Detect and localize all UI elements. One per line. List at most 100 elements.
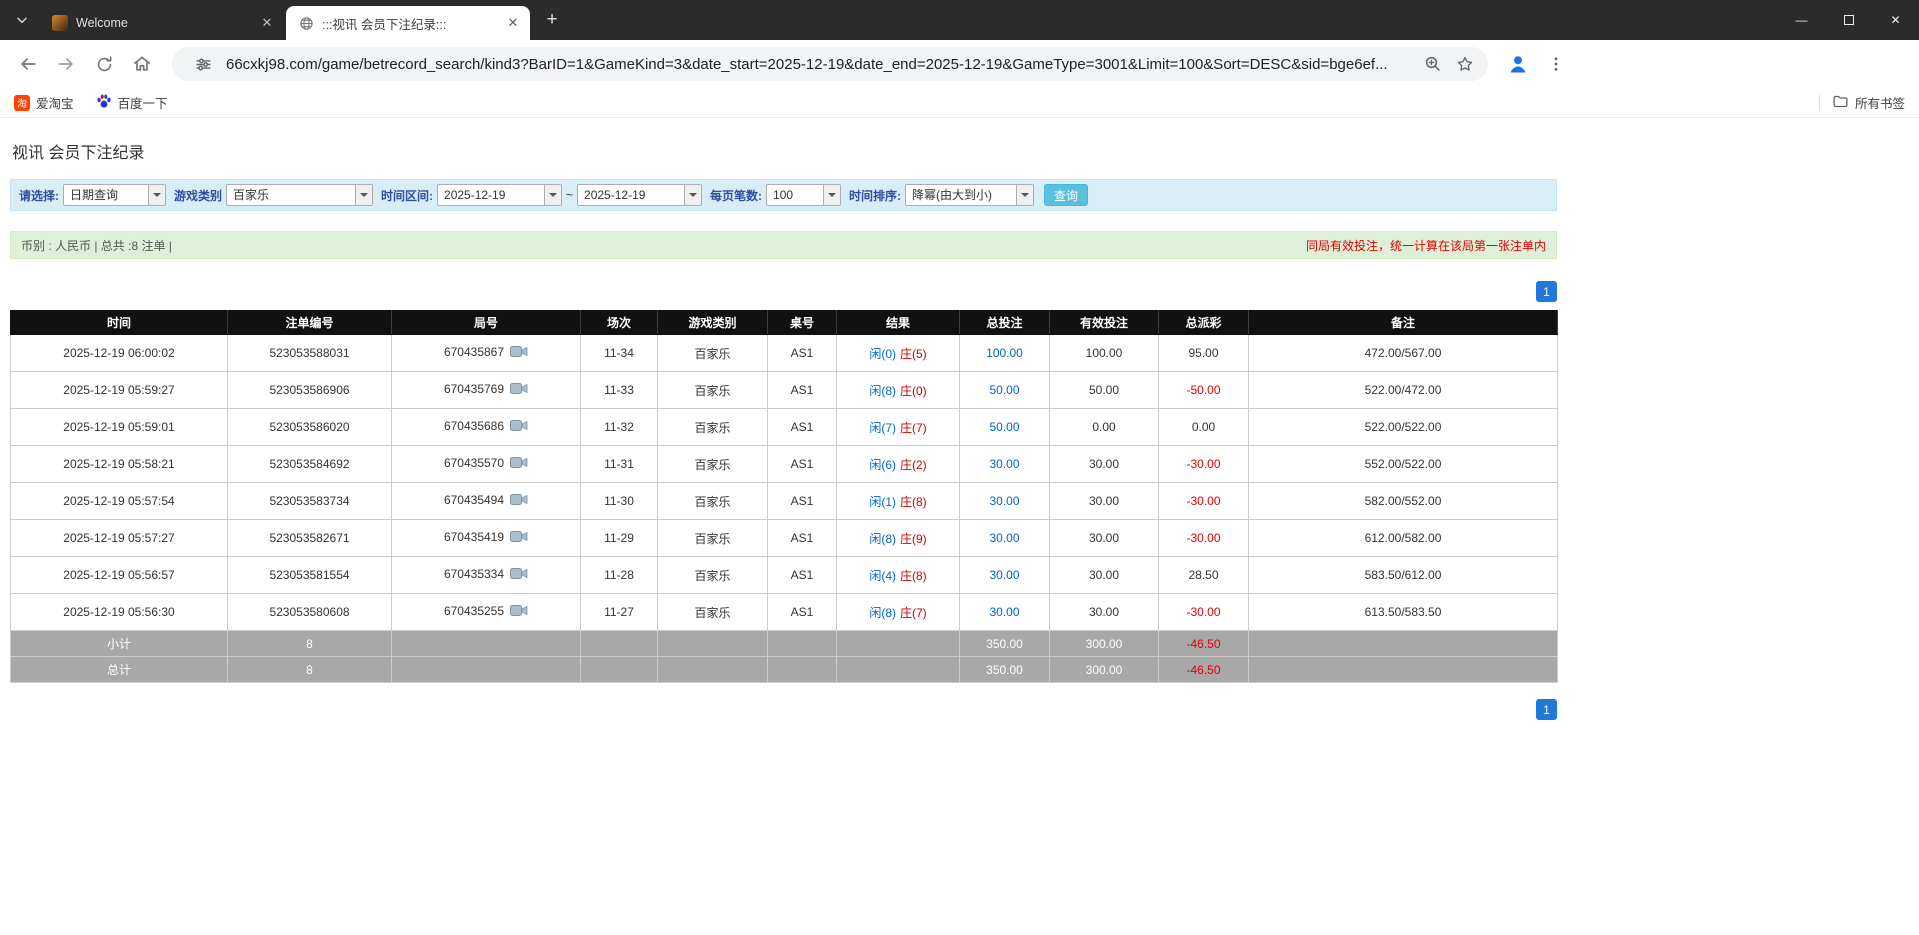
result-player: 闲(8) bbox=[869, 532, 896, 546]
subtotal-row: 小计 8 350.00 300.00 -46.50 bbox=[11, 631, 1558, 657]
tab-betrecord[interactable]: :::视讯 会员下注纪录::: ✕ bbox=[286, 6, 530, 40]
video-replay-icon[interactable] bbox=[510, 493, 528, 509]
game-type-select[interactable]: 百家乐 bbox=[226, 184, 373, 206]
forward-icon[interactable] bbox=[50, 48, 82, 80]
video-replay-icon[interactable] bbox=[510, 530, 528, 546]
cell-total-bet: 30.00 bbox=[960, 446, 1050, 483]
video-replay-icon[interactable] bbox=[510, 419, 528, 435]
table-row: 2025-12-19 05:59:01 523053586020 6704356… bbox=[11, 409, 1558, 446]
cell-payout: 28.50 bbox=[1159, 557, 1249, 594]
welcome-favicon bbox=[52, 15, 68, 31]
site-settings-icon[interactable] bbox=[190, 51, 216, 77]
tab-welcome[interactable]: Welcome ✕ bbox=[40, 6, 284, 40]
search-button[interactable]: 查询 bbox=[1044, 184, 1088, 206]
cell-bet-id: 523053581554 bbox=[228, 557, 392, 594]
address-bar[interactable]: 66cxkj98.com/game/betrecord_search/kind3… bbox=[172, 47, 1488, 81]
result-player: 闲(8) bbox=[869, 384, 896, 398]
video-replay-icon[interactable] bbox=[510, 604, 528, 620]
total-bet-link[interactable]: 30.00 bbox=[989, 605, 1019, 619]
total-bet-link[interactable]: 50.00 bbox=[989, 383, 1019, 397]
bookmark-star-icon[interactable] bbox=[1452, 51, 1478, 77]
bookmark-baidu[interactable]: 百度一下 bbox=[96, 93, 168, 112]
cell-round-id: 670435686 bbox=[392, 409, 581, 446]
total-bet-link[interactable]: 100.00 bbox=[986, 346, 1023, 360]
cell-bet-id: 523053580608 bbox=[228, 594, 392, 631]
table-row: 2025-12-19 05:56:57 523053581554 6704353… bbox=[11, 557, 1558, 594]
dropdown-arrow-icon[interactable] bbox=[355, 185, 372, 205]
query-type-select[interactable]: 日期查询 bbox=[63, 184, 166, 206]
dropdown-arrow-icon[interactable] bbox=[148, 185, 165, 205]
taobao-icon: 淘 bbox=[14, 95, 30, 111]
cell-total-bet: 30.00 bbox=[960, 520, 1050, 557]
subtotal-payout: -46.50 bbox=[1159, 631, 1249, 657]
total-bet-link[interactable]: 50.00 bbox=[989, 420, 1019, 434]
window-close-icon[interactable]: ✕ bbox=[1872, 0, 1919, 40]
video-replay-icon[interactable] bbox=[510, 456, 528, 472]
cell-round-id: 670435255 bbox=[392, 594, 581, 631]
cell-note: 612.00/582.00 bbox=[1249, 520, 1558, 557]
profile-icon[interactable] bbox=[1502, 48, 1534, 80]
cell-round-id: 670435570 bbox=[392, 446, 581, 483]
cell-total-bet: 30.00 bbox=[960, 594, 1050, 631]
url-text[interactable]: 66cxkj98.com/game/betrecord_search/kind3… bbox=[226, 56, 1414, 73]
video-replay-icon[interactable] bbox=[510, 382, 528, 398]
page-size-select[interactable]: 100 bbox=[766, 184, 841, 206]
date-start-select[interactable]: 2025-12-19 bbox=[437, 184, 562, 206]
back-icon[interactable] bbox=[12, 48, 44, 80]
video-replay-icon[interactable] bbox=[510, 567, 528, 583]
cell-session: 11-27 bbox=[581, 594, 658, 631]
subtotal-count: 8 bbox=[228, 631, 392, 657]
minimize-icon[interactable]: — bbox=[1778, 0, 1825, 40]
table-body: 2025-12-19 06:00:02 523053588031 6704358… bbox=[11, 335, 1558, 631]
table-header-cell: 游戏类别 bbox=[658, 311, 768, 335]
page-button-1[interactable]: 1 bbox=[1536, 281, 1557, 302]
dropdown-arrow-icon[interactable] bbox=[544, 185, 561, 205]
total-bet-link[interactable]: 30.00 bbox=[989, 568, 1019, 582]
maximize-icon[interactable] bbox=[1825, 0, 1872, 40]
cell-result: 闲(8)庄(7) bbox=[837, 594, 960, 631]
total-valid-bet: 300.00 bbox=[1050, 657, 1159, 683]
result-player: 闲(4) bbox=[869, 569, 896, 583]
cell-note: 552.00/522.00 bbox=[1249, 446, 1558, 483]
total-bet-link[interactable]: 30.00 bbox=[989, 531, 1019, 545]
empty-cell bbox=[837, 657, 960, 683]
total-bet-link[interactable]: 30.00 bbox=[989, 457, 1019, 471]
tab-close-icon[interactable]: ✕ bbox=[504, 14, 522, 32]
home-icon[interactable] bbox=[126, 48, 158, 80]
cell-game-type: 百家乐 bbox=[658, 335, 768, 372]
dropdown-arrow-icon[interactable] bbox=[1016, 185, 1033, 205]
dropdown-arrow-icon[interactable] bbox=[823, 185, 840, 205]
cell-note: 582.00/552.00 bbox=[1249, 483, 1558, 520]
cell-round-id: 670435867 bbox=[392, 335, 581, 372]
cell-note: 613.50/583.50 bbox=[1249, 594, 1558, 631]
sort-label: 时间排序: bbox=[849, 187, 901, 204]
all-bookmarks[interactable]: 所有书签 bbox=[1819, 93, 1905, 113]
result-player: 闲(1) bbox=[869, 495, 896, 509]
reload-icon[interactable] bbox=[88, 48, 120, 80]
result-player: 闲(6) bbox=[869, 458, 896, 472]
video-replay-icon[interactable] bbox=[510, 345, 528, 361]
empty-cell bbox=[658, 657, 768, 683]
window-controls: — ✕ bbox=[1778, 0, 1919, 40]
bookmark-taobao[interactable]: 淘 爱淘宝 bbox=[14, 93, 74, 112]
date-end-select[interactable]: 2025-12-19 bbox=[577, 184, 702, 206]
bookmarks-bar: 淘 爱淘宝 百度一下 所有书签 bbox=[0, 88, 1919, 118]
total-bet-link[interactable]: 30.00 bbox=[989, 494, 1019, 508]
total-row: 总计 8 350.00 300.00 -46.50 bbox=[11, 657, 1558, 683]
cell-session: 11-30 bbox=[581, 483, 658, 520]
bookmarks-folder-icon bbox=[1832, 93, 1849, 113]
page-button-1[interactable]: 1 bbox=[1536, 699, 1557, 720]
menu-icon[interactable] bbox=[1540, 48, 1572, 80]
tab-close-icon[interactable]: ✕ bbox=[258, 14, 276, 32]
cell-bet-id: 523053588031 bbox=[228, 335, 392, 372]
filter-bar: 请选择: 日期查询 游戏类别 百家乐 时间区间: 2025-12-19 ~ 20… bbox=[10, 179, 1557, 211]
cell-time: 2025-12-19 05:57:54 bbox=[11, 483, 228, 520]
tab-search-chevron-icon[interactable] bbox=[8, 6, 36, 34]
new-tab-icon[interactable]: + bbox=[538, 6, 566, 34]
cell-valid-bet: 0.00 bbox=[1050, 409, 1159, 446]
divider bbox=[1819, 95, 1820, 111]
zoom-icon[interactable] bbox=[1420, 51, 1446, 77]
cell-table-no: AS1 bbox=[768, 483, 837, 520]
dropdown-arrow-icon[interactable] bbox=[684, 185, 701, 205]
sort-select[interactable]: 降幂(由大到小) bbox=[905, 184, 1034, 206]
